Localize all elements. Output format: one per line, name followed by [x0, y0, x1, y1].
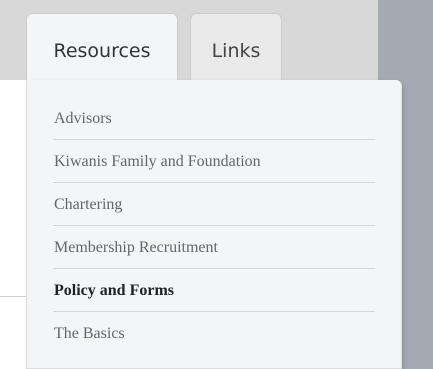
content-divider: [0, 296, 26, 297]
menu-item-advisors[interactable]: Advisors: [53, 97, 375, 140]
menu-item-membership-recruitment[interactable]: Membership Recruitment: [53, 226, 375, 269]
resources-dropdown-menu: Advisors Kiwanis Family and Foundation C…: [26, 80, 402, 369]
menu-item-the-basics[interactable]: The Basics: [53, 312, 375, 355]
menu-item-policy-and-forms[interactable]: Policy and Forms: [53, 269, 375, 312]
menu-item-kiwanis-family-and-foundation[interactable]: Kiwanis Family and Foundation: [53, 140, 375, 183]
menu-item-chartering[interactable]: Chartering: [53, 183, 375, 226]
dropdown-list: Advisors Kiwanis Family and Foundation C…: [27, 80, 401, 355]
